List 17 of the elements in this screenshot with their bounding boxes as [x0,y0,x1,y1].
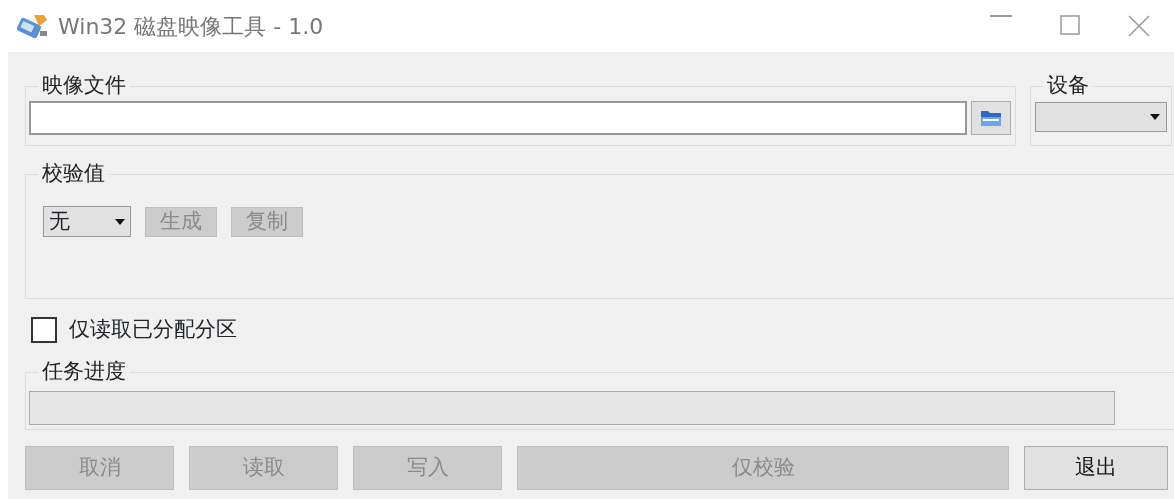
close-icon[interactable] [1128,15,1150,37]
group-label: 映像文件 [38,72,130,98]
group-label: 设备 [1043,72,1093,98]
device-dropdown[interactable] [1035,102,1167,132]
folder-icon [980,109,1002,127]
window-title: Win32 磁盘映像工具 - 1.0 [58,12,324,41]
group-label: 任务进度 [38,357,130,384]
checkbox-label: 仅读取已分配分区 [69,316,237,343]
exit-button[interactable]: 退出 [1024,445,1168,490]
browse-button[interactable] [971,101,1011,135]
image-path-field[interactable] [29,101,967,135]
group-label: 校验值 [38,160,109,186]
checksum-dropdown[interactable]: 无 [43,206,131,237]
checkbox[interactable] [31,316,57,343]
caret-icon [115,218,125,225]
maximize-icon[interactable] [1060,15,1080,35]
caret-icon [1150,114,1160,120]
